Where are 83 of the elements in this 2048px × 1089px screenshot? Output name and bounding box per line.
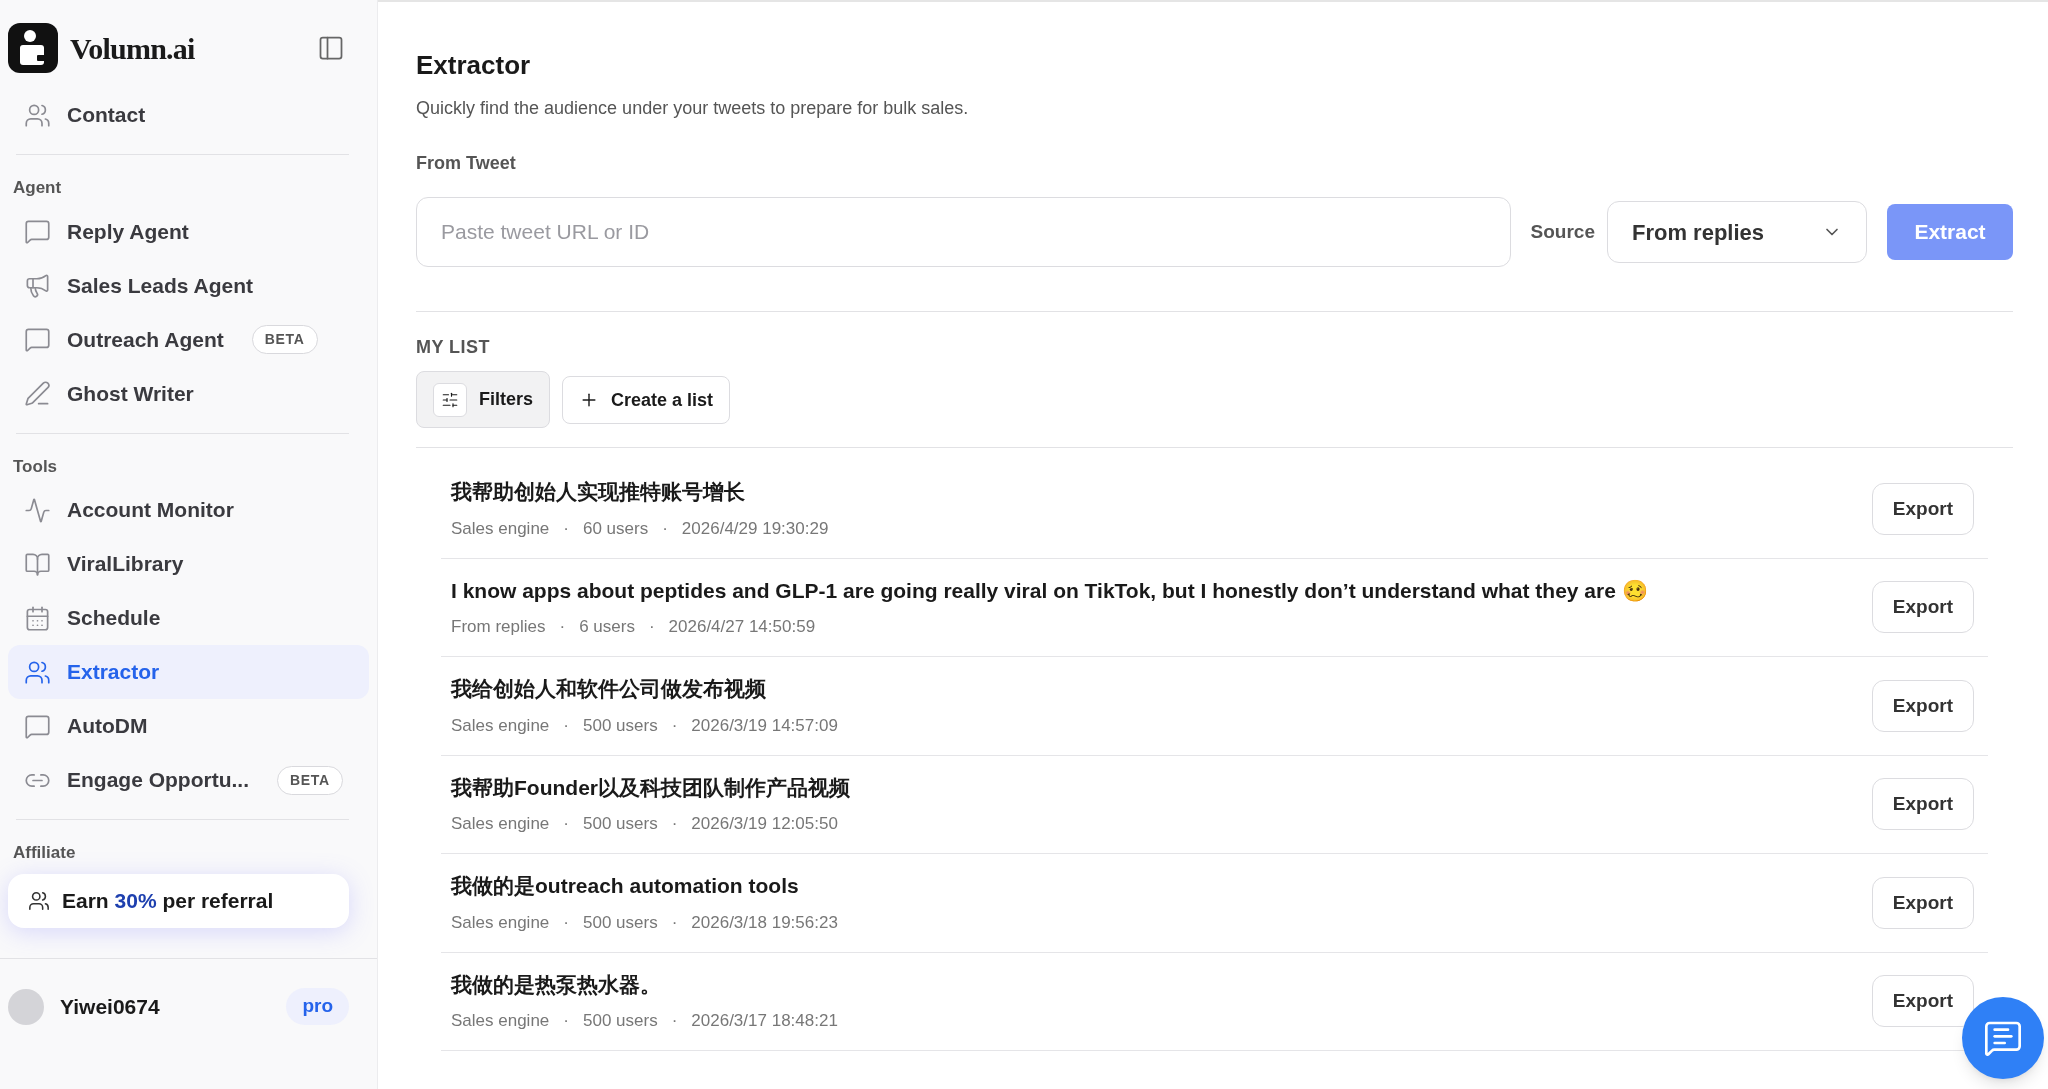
timestamp: 2026/3/17 18:48:21 — [691, 1010, 838, 1033]
referral-card[interactable]: Earn 30% per referral — [8, 873, 349, 928]
sidebar-toggle-icon[interactable] — [317, 34, 345, 62]
sidebar-item[interactable]: Ghost Writer — [8, 366, 369, 421]
export-button[interactable]: Export — [1871, 482, 1974, 535]
timestamp: 2026/4/27 14:50:59 — [668, 616, 816, 639]
calendar-icon — [24, 604, 51, 632]
section-heading: Tools — [12, 455, 59, 478]
sidebar-item[interactable]: Outreach Agent BETA — [8, 312, 369, 367]
pen-icon — [24, 380, 51, 407]
sidebar-item[interactable]: Reply Agent — [8, 204, 369, 259]
field-label: From Tweet — [416, 152, 517, 175]
source-select[interactable]: From replies — [1607, 201, 1867, 263]
list-title[interactable]: 我帮助Founder以及科技团队制作产品视频 — [451, 771, 1872, 804]
section-heading: Agent — [12, 177, 63, 199]
page-title: Extractor — [416, 49, 532, 82]
sidebar-item[interactable]: AutoDM — [8, 699, 369, 753]
user-name: Yiwei0674 — [60, 993, 160, 1020]
chat-bubble-icon — [24, 326, 51, 353]
source-label: Source — [1530, 219, 1595, 244]
section-heading: MY LIST — [416, 336, 491, 359]
user-count: 500 users — [583, 911, 658, 934]
timestamp: 2026/3/19 14:57:09 — [691, 714, 838, 737]
list-source: Sales engine — [451, 1010, 550, 1033]
separator-dot: · — [648, 616, 655, 639]
sidebar-item[interactable]: Engage Opportu... BETA — [8, 753, 369, 807]
create-list-button[interactable]: Create a list — [562, 376, 731, 424]
separator-dot: · — [563, 911, 569, 934]
pulse-icon — [24, 496, 51, 524]
separator-dot: · — [563, 813, 569, 836]
beta-badge: BETA — [277, 765, 343, 795]
timestamp: 2026/3/18 19:56:23 — [691, 911, 838, 934]
user-count: 6 users — [579, 616, 635, 639]
separator-dot: · — [563, 1010, 569, 1033]
separator-dot: · — [671, 1010, 678, 1033]
users-icon — [28, 889, 50, 912]
brand-name: Volumn.ai — [70, 30, 195, 67]
list-title[interactable]: 我帮助创始人实现推特账号增长 — [451, 476, 1872, 508]
export-button[interactable]: Export — [1871, 778, 1974, 831]
list-source: Sales engine — [451, 813, 550, 836]
sidebar-item[interactable]: ViralLibrary — [8, 537, 369, 591]
timestamp: 2026/3/19 12:05:50 — [691, 813, 838, 836]
chat-bubble-icon — [24, 218, 51, 245]
separator-dot: · — [671, 911, 678, 934]
tweet-url-input[interactable]: Paste tweet URL or ID — [416, 197, 1511, 267]
separator-dot: · — [671, 813, 678, 836]
separator-dot: · — [563, 714, 569, 737]
list-title[interactable]: 我做的是热泵热水器。 — [451, 968, 1872, 1001]
filters-button[interactable]: Filters — [416, 371, 551, 428]
megaphone-icon — [24, 272, 51, 299]
user-count: 500 users — [583, 1010, 658, 1033]
avatar — [8, 988, 44, 1025]
separator-dot: · — [671, 714, 678, 737]
sliders-icon — [433, 382, 467, 417]
sidebar-item[interactable]: Sales Leads Agent — [8, 258, 369, 313]
separator-dot: · — [559, 616, 566, 639]
list-source: Sales engine — [451, 714, 550, 737]
sidebar-item[interactable]: Account Monitor — [8, 483, 369, 537]
list-source: Sales engine — [451, 911, 550, 934]
sidebar-item[interactable]: Extractor — [8, 645, 369, 699]
referral-text: Earn 30% per referral — [62, 887, 274, 914]
list-title[interactable]: I know apps about peptides and GLP-1 are going really viral on TikTok, but I honestly don’t understand what they are 🥴 — [451, 574, 1872, 607]
sidebar-item[interactable]: Schedule — [8, 591, 369, 645]
user-count: 500 users — [583, 714, 658, 737]
export-button[interactable]: Export — [1871, 876, 1974, 929]
timestamp: 2026/4/29 19:30:29 — [681, 517, 829, 540]
export-button[interactable]: Export — [1871, 581, 1974, 634]
logo-icon — [8, 23, 58, 73]
separator-dot: · — [662, 517, 668, 540]
page-subtitle: Quickly find the audience under your tweets to prepare for bulk sales. — [416, 97, 970, 120]
list-source: From replies — [451, 616, 546, 639]
section-heading: Affiliate — [12, 842, 77, 864]
user-count: 60 users — [583, 517, 649, 540]
plan-badge: pro — [286, 988, 349, 1025]
separator-dot: · — [563, 517, 569, 540]
list-title[interactable]: 我做的是outreach automation tools — [451, 870, 1872, 902]
list-title[interactable]: 我给创始人和软件公司做发布视频 — [451, 673, 1872, 705]
export-button[interactable]: Export — [1871, 679, 1974, 732]
export-button[interactable]: Export — [1871, 975, 1974, 1028]
beta-badge: BETA — [251, 325, 318, 354]
sidebar-item[interactable]: Contact — [8, 88, 369, 142]
user-count: 500 users — [583, 813, 658, 836]
list-source: Sales engine — [451, 517, 550, 540]
